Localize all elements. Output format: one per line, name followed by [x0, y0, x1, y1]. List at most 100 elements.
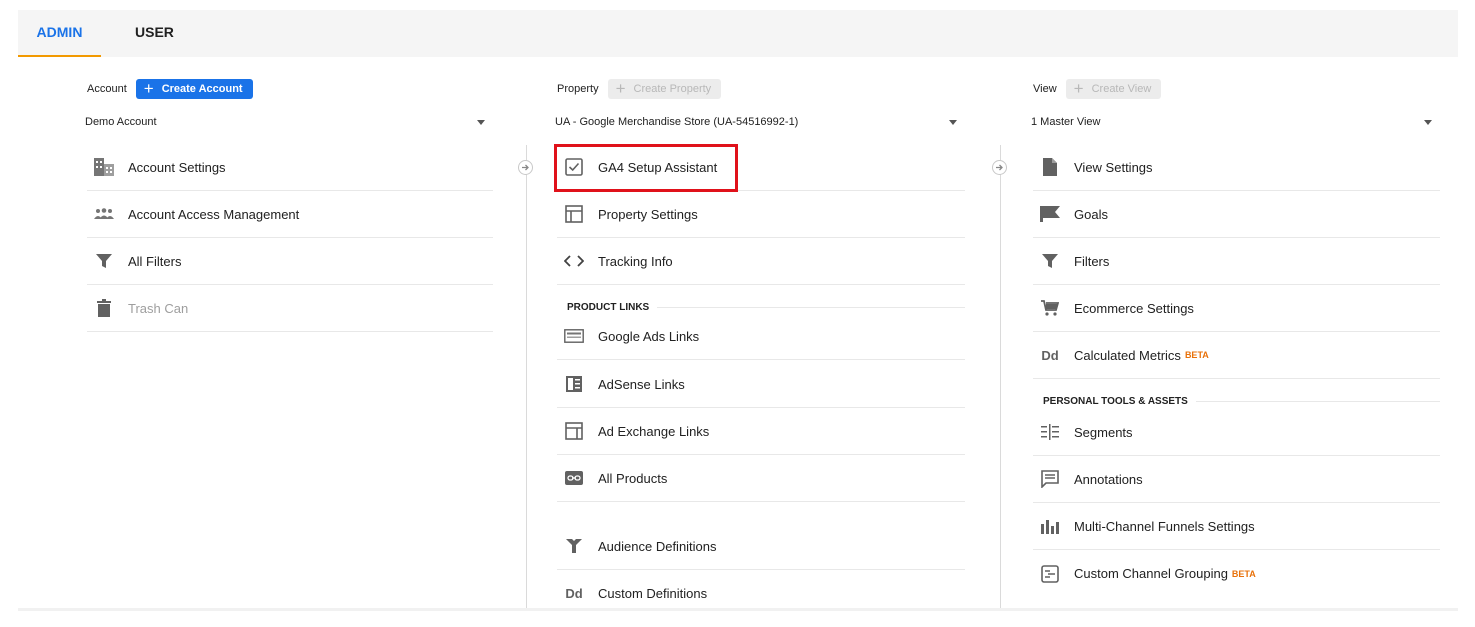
beta-badge: BETA	[1231, 568, 1256, 579]
filters-item[interactable]: Filters	[1033, 238, 1440, 285]
google-ads-links-item[interactable]: Google Ads Links	[557, 313, 965, 360]
beta-badge: BETA	[1184, 350, 1209, 360]
account-header: Account + Create Account	[87, 79, 253, 99]
cart-icon	[1039, 297, 1061, 319]
view-settings-item[interactable]: View Settings	[1033, 144, 1440, 191]
building-icon	[93, 156, 115, 178]
multi-channel-funnels-settings-item[interactable]: Multi-Channel Funnels Settings	[1033, 503, 1440, 550]
dd-icon: Dd	[1041, 347, 1059, 363]
ecommerce-settings-label: Ecommerce Settings	[1074, 300, 1194, 316]
tracking-info-label: Tracking Info	[598, 253, 673, 269]
bar-chart-icon	[1039, 515, 1061, 537]
caret-down-icon	[1424, 119, 1432, 125]
create-account-button[interactable]: + Create Account	[135, 79, 253, 99]
all-products-item[interactable]: All Products	[557, 455, 965, 502]
segments-item[interactable]: Segments	[1033, 409, 1440, 456]
channel-grouping-icon	[1039, 563, 1061, 585]
property-header: Property + Create Property	[557, 79, 722, 99]
column-divider	[1000, 145, 1001, 610]
tab-user[interactable]: USER	[135, 10, 174, 57]
plus-icon: +	[1073, 79, 1084, 98]
product-links-section: PRODUCT LINKS	[567, 300, 965, 314]
audience-definitions-label: Audience Definitions	[598, 538, 717, 554]
personal-tools-section: PERSONAL TOOLS & ASSETS	[1043, 394, 1440, 408]
google-ads-links-label: Google Ads Links	[598, 328, 700, 344]
view-settings-label: View Settings	[1074, 159, 1153, 175]
adsense-links-item[interactable]: AdSense Links	[557, 361, 965, 408]
account-label: Account	[87, 83, 127, 95]
goals-item[interactable]: Goals	[1033, 191, 1440, 238]
google-ads-icon	[563, 325, 585, 347]
create-property-button[interactable]: + Create Property	[607, 79, 722, 99]
people-icon	[93, 203, 115, 225]
view-selector[interactable]: 1 Master View	[1031, 111, 1440, 133]
account-access-management-label: Account Access Management	[128, 206, 300, 222]
account-access-management-item[interactable]: Account Access Management	[87, 191, 493, 238]
trash-icon	[93, 297, 115, 319]
trash-can-label: Trash Can	[128, 300, 189, 316]
create-view-button[interactable]: + Create View	[1065, 79, 1162, 99]
product-links-heading: PRODUCT LINKS	[567, 301, 650, 313]
custom-channel-grouping-item[interactable]: Custom Channel Grouping BETA	[1033, 550, 1440, 597]
column-divider	[526, 145, 527, 610]
multi-channel-funnels-settings-label: Multi-Channel Funnels Settings	[1074, 518, 1255, 534]
view-header: View + Create View	[1033, 79, 1162, 99]
view-label: View	[1033, 83, 1057, 95]
account-settings-label: Account Settings	[128, 159, 226, 175]
flag-icon	[1039, 203, 1061, 225]
arrow-right-icon	[992, 160, 1007, 175]
account-selected: Demo Account	[85, 116, 157, 128]
create-account-label: Create Account	[161, 83, 243, 95]
create-property-label: Create Property	[633, 83, 712, 95]
tracking-info-item[interactable]: Tracking Info	[557, 238, 965, 285]
arrow-right-icon	[518, 160, 533, 175]
custom-channel-grouping-label: Custom Channel Grouping	[1074, 566, 1228, 581]
checkbox-icon	[563, 156, 585, 178]
bottom-divider	[18, 608, 1458, 611]
create-view-label: Create View	[1091, 83, 1152, 95]
property-selector[interactable]: UA - Google Merchandise Store (UA-545169…	[555, 111, 965, 133]
admin-tab-bar: ADMIN USER	[18, 10, 1458, 57]
comment-icon	[1039, 468, 1061, 490]
account-settings-item[interactable]: Account Settings	[87, 144, 493, 191]
fork-icon	[563, 535, 585, 557]
trash-can-item[interactable]: Trash Can	[87, 285, 493, 332]
annotations-item[interactable]: Annotations	[1033, 456, 1440, 503]
property-selected: UA - Google Merchandise Store (UA-545169…	[555, 116, 799, 128]
ga4-setup-assistant-label: GA4 Setup Assistant	[598, 159, 718, 175]
dd-icon: Dd	[565, 586, 583, 601]
all-products-label: All Products	[598, 470, 668, 486]
link-icon	[563, 467, 585, 489]
filter-icon	[93, 250, 115, 272]
goals-label: Goals	[1074, 206, 1108, 222]
account-selector[interactable]: Demo Account	[85, 111, 493, 133]
property-settings-label: Property Settings	[598, 206, 698, 222]
all-filters-item[interactable]: All Filters	[87, 238, 493, 285]
segments-label: Segments	[1074, 424, 1133, 440]
adsense-links-label: AdSense Links	[598, 376, 685, 392]
tab-admin[interactable]: ADMIN	[18, 10, 101, 57]
property-label: Property	[557, 83, 599, 95]
ad-exchange-links-item[interactable]: Ad Exchange Links	[557, 408, 965, 455]
ecommerce-settings-item[interactable]: Ecommerce Settings	[1033, 285, 1440, 332]
ad-exchange-icon	[563, 420, 585, 442]
document-icon	[1039, 156, 1061, 178]
section-divider	[657, 306, 965, 308]
plus-icon: +	[143, 79, 154, 98]
calculated-metrics-item[interactable]: Dd Calculated Metrics BETA	[1033, 332, 1440, 379]
plus-icon: +	[615, 79, 626, 98]
caret-down-icon	[949, 119, 957, 125]
audience-definitions-item[interactable]: Audience Definitions	[557, 523, 965, 570]
view-selected: 1 Master View	[1031, 116, 1101, 128]
personal-tools-heading: PERSONAL TOOLS & ASSETS	[1043, 395, 1188, 407]
filters-label: Filters	[1074, 253, 1110, 269]
all-filters-label: All Filters	[128, 253, 182, 269]
window-icon	[563, 203, 585, 225]
ga4-setup-assistant-item[interactable]: GA4 Setup Assistant	[557, 144, 965, 191]
annotations-label: Annotations	[1074, 471, 1143, 487]
code-icon	[563, 250, 585, 272]
property-settings-item[interactable]: Property Settings	[557, 191, 965, 238]
custom-definitions-label: Custom Definitions	[598, 586, 708, 601]
caret-down-icon	[477, 119, 485, 125]
ad-exchange-links-label: Ad Exchange Links	[598, 423, 710, 439]
